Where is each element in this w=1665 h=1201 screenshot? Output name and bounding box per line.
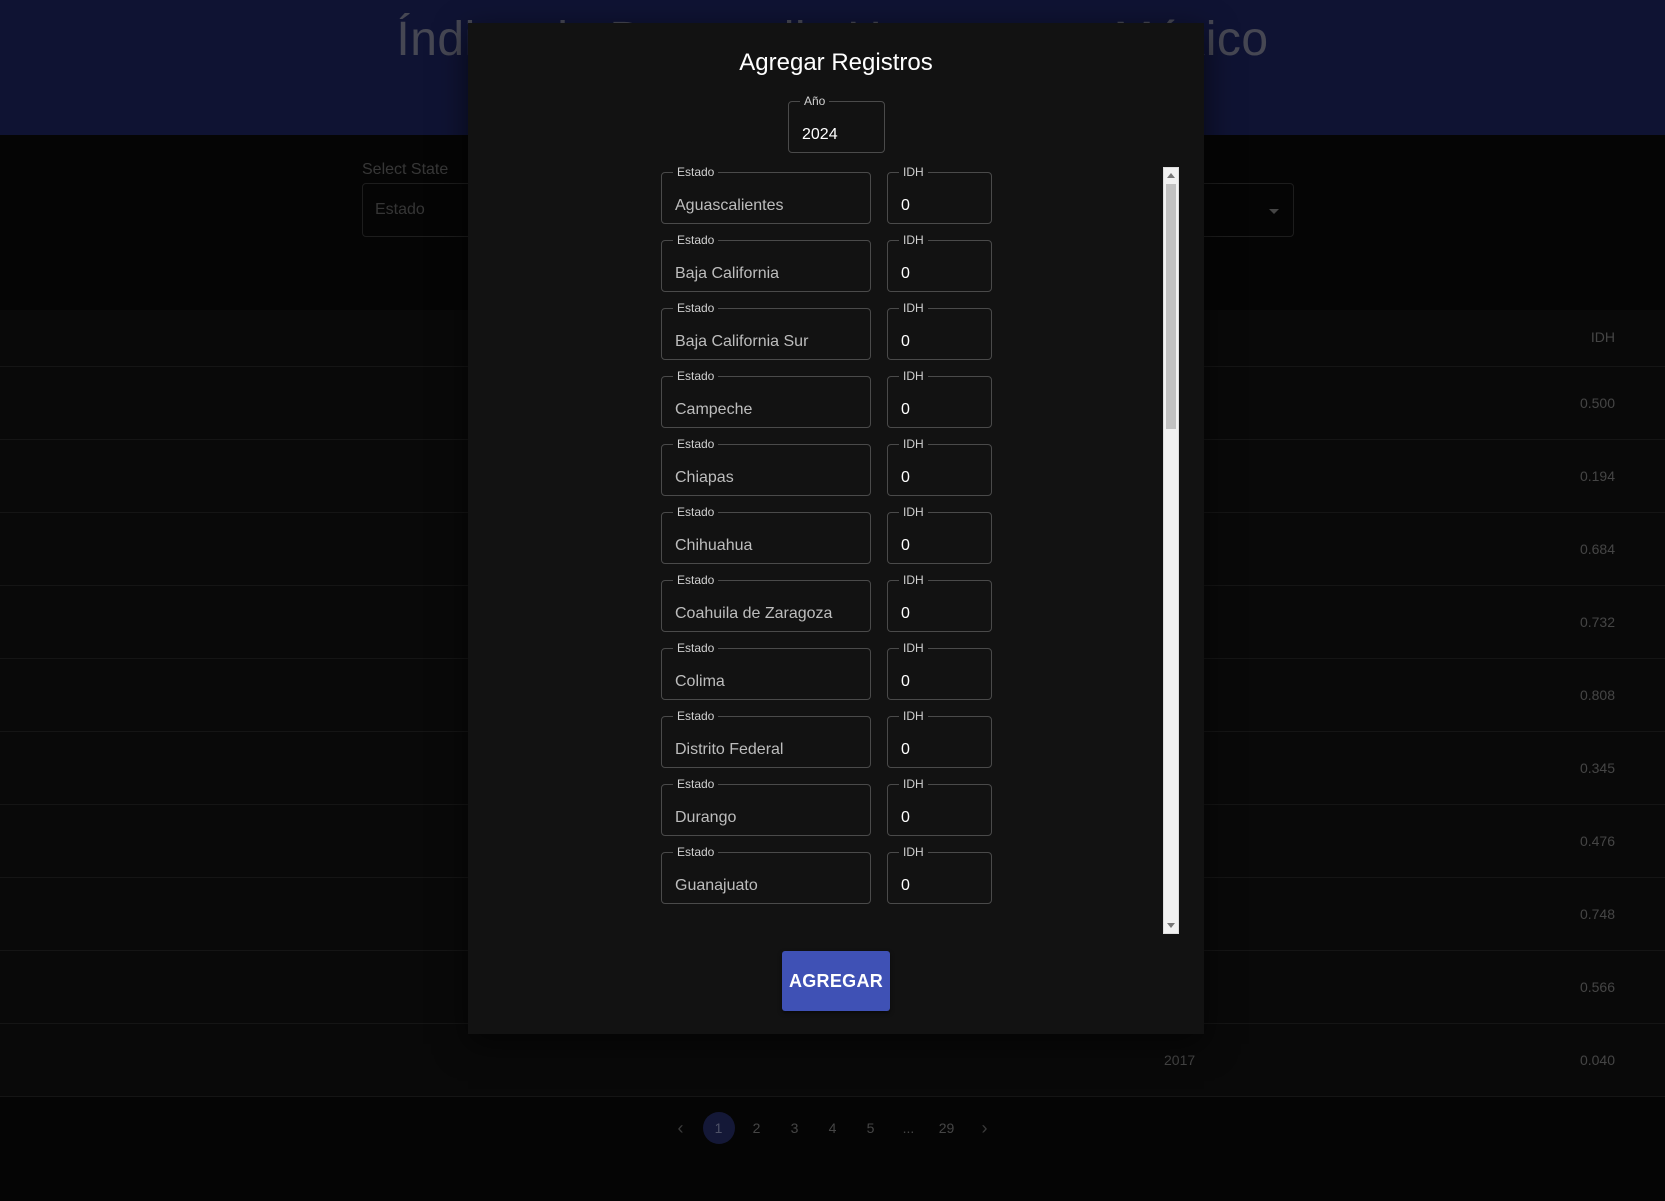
year-input[interactable]: Año 2024 bbox=[788, 95, 885, 153]
estado-field[interactable]: Estado Guanajuato bbox=[661, 846, 871, 904]
idh-field-label: IDH bbox=[903, 166, 924, 179]
estado-field[interactable]: Estado Distrito Federal bbox=[661, 710, 871, 768]
record-row: Estado Chihuahua IDH 0 bbox=[661, 506, 992, 566]
estado-field-value: Chiapas bbox=[675, 469, 734, 486]
record-row: Estado Baja California Sur IDH 0 bbox=[661, 302, 992, 362]
estado-field-value: Campeche bbox=[675, 401, 753, 418]
estado-field-value: Guanajuato bbox=[675, 877, 758, 894]
year-input-label: Año bbox=[804, 94, 826, 108]
idh-field-value: 0 bbox=[901, 673, 910, 690]
estado-field[interactable]: Estado Chihuahua bbox=[661, 506, 871, 564]
estado-field[interactable]: Estado Coahuila de Zaragoza bbox=[661, 574, 871, 632]
estado-field[interactable]: Estado Baja California Sur bbox=[661, 302, 871, 360]
idh-field[interactable]: IDH 0 bbox=[887, 710, 992, 768]
estado-field-label: Estado bbox=[677, 709, 715, 723]
idh-field-value: 0 bbox=[901, 265, 910, 282]
estado-field[interactable]: Estado Colima bbox=[661, 642, 871, 700]
idh-field[interactable]: IDH 0 bbox=[887, 642, 992, 700]
record-row: Estado Distrito Federal IDH 0 bbox=[661, 710, 992, 770]
estado-field-label: Estado bbox=[677, 301, 715, 315]
idh-field-label: IDH bbox=[903, 709, 924, 723]
estado-field-label: Estado bbox=[677, 437, 715, 451]
idh-field-value: 0 bbox=[901, 741, 910, 758]
scrollbar-thumb[interactable] bbox=[1166, 184, 1176, 429]
estado-field-value: Distrito Federal bbox=[675, 741, 784, 758]
estado-field-label: Estado bbox=[677, 845, 715, 859]
idh-field-label: IDH bbox=[903, 505, 924, 519]
idh-field-value: 0 bbox=[901, 809, 910, 826]
estado-field-label: Estado bbox=[677, 573, 715, 587]
records-scroll-area[interactable]: Estado Aguascalientes IDH 0 Estado Baja Calif… bbox=[468, 166, 1204, 934]
idh-field[interactable]: IDH 0 bbox=[887, 778, 992, 836]
idh-field[interactable]: IDH 0 bbox=[887, 302, 992, 360]
scroll-up-icon[interactable] bbox=[1167, 173, 1175, 178]
estado-field[interactable]: Estado Baja California bbox=[661, 234, 871, 292]
idh-field[interactable]: IDH 0 bbox=[887, 370, 992, 428]
estado-field[interactable]: Estado Durango bbox=[661, 778, 871, 836]
estado-field-label: Estado bbox=[677, 166, 715, 179]
idh-field-label: IDH bbox=[903, 437, 924, 451]
estado-field-label: Estado bbox=[677, 233, 715, 247]
idh-field-value: 0 bbox=[901, 605, 910, 622]
record-row: Estado Aguascalientes IDH 0 bbox=[661, 166, 992, 226]
record-row: Estado Coahuila de Zaragoza IDH 0 bbox=[661, 574, 992, 634]
estado-field-value: Chihuahua bbox=[675, 537, 753, 554]
estado-field-value: Coahuila de Zaragoza bbox=[675, 605, 833, 622]
idh-field-label: IDH bbox=[903, 845, 924, 859]
idh-field[interactable]: IDH 0 bbox=[887, 846, 992, 904]
idh-field-value: 0 bbox=[901, 469, 910, 486]
idh-field[interactable]: IDH 0 bbox=[887, 234, 992, 292]
agregar-button[interactable]: AGREGAR bbox=[782, 951, 890, 1011]
idh-field[interactable]: IDH 0 bbox=[887, 506, 992, 564]
idh-field-value: 0 bbox=[901, 877, 910, 894]
estado-field-value: Aguascalientes bbox=[675, 197, 784, 214]
estado-field-label: Estado bbox=[677, 777, 715, 791]
idh-field-label: IDH bbox=[903, 573, 924, 587]
idh-field-label: IDH bbox=[903, 641, 924, 655]
estado-field-value: Colima bbox=[675, 673, 725, 690]
record-row: Estado Campeche IDH 0 bbox=[661, 370, 992, 430]
idh-field-label: IDH bbox=[903, 369, 924, 383]
record-row: Estado Colima IDH 0 bbox=[661, 642, 992, 702]
scroll-down-icon[interactable] bbox=[1167, 923, 1175, 928]
idh-field-value: 0 bbox=[901, 333, 910, 350]
idh-field-value: 0 bbox=[901, 537, 910, 554]
idh-field[interactable]: IDH 0 bbox=[887, 166, 992, 224]
estado-field[interactable]: Estado Aguascalientes bbox=[661, 166, 871, 224]
idh-field[interactable]: IDH 0 bbox=[887, 438, 992, 496]
year-input-value: 2024 bbox=[802, 126, 838, 143]
estado-field-label: Estado bbox=[677, 505, 715, 519]
idh-field-label: IDH bbox=[903, 233, 924, 247]
estado-field-label: Estado bbox=[677, 369, 715, 383]
scrollbar[interactable] bbox=[1163, 167, 1179, 934]
estado-field[interactable]: Estado Chiapas bbox=[661, 438, 871, 496]
record-row: Estado Guanajuato IDH 0 bbox=[661, 846, 992, 906]
idh-field-value: 0 bbox=[901, 401, 910, 418]
idh-field[interactable]: IDH 0 bbox=[887, 574, 992, 632]
record-row: Estado Durango IDH 0 bbox=[661, 778, 992, 838]
estado-field-label: Estado bbox=[677, 641, 715, 655]
idh-field-label: IDH bbox=[903, 777, 924, 791]
record-row: Estado Chiapas IDH 0 bbox=[661, 438, 992, 498]
idh-field-label: IDH bbox=[903, 301, 924, 315]
estado-field[interactable]: Estado Campeche bbox=[661, 370, 871, 428]
estado-field-value: Baja California Sur bbox=[675, 333, 809, 350]
record-row: Estado Baja California IDH 0 bbox=[661, 234, 992, 294]
estado-field-value: Durango bbox=[675, 809, 737, 826]
add-records-modal: Agregar Registros Año 2024 Estado Aguasca… bbox=[468, 23, 1204, 1034]
modal-title: Agregar Registros bbox=[739, 49, 933, 76]
estado-field-value: Baja California bbox=[675, 265, 780, 282]
idh-field-value: 0 bbox=[901, 197, 910, 214]
